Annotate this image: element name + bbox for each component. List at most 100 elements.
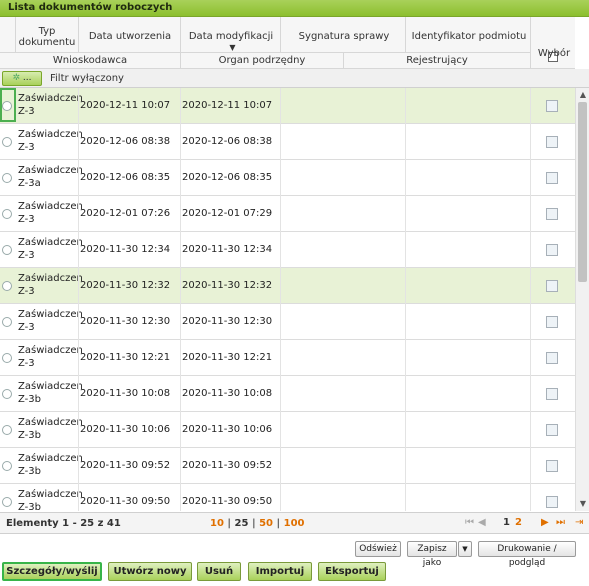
column-divider — [180, 448, 181, 484]
export-button[interactable]: Eksportuj — [318, 562, 386, 581]
details-send-button[interactable]: Szczegóły/wyślij — [2, 562, 102, 581]
table-row[interactable]: Zaświadczen Z-3b 2020-11-30 09:52 2020-11-3… — [0, 448, 575, 484]
row-select-checkbox[interactable] — [546, 208, 558, 220]
column-divider — [180, 160, 181, 196]
previous-page-icon: ◀ — [478, 517, 486, 528]
table-row[interactable]: Zaświadczen Z-3 2020-12-01 07:26 2020-12-01… — [0, 196, 575, 232]
cell-modified-date: 2020-11-30 12:34 — [182, 244, 273, 255]
page-size-option[interactable]: 100 — [284, 518, 305, 529]
cell-document-type: Zaświadczen Z-3b — [18, 412, 83, 448]
document-rows: Zaświadczen Z-3 2020-12-11 10:07 2020-12-11… — [0, 88, 575, 511]
table-row[interactable]: Zaświadczen Z-3a 2020-12-06 08:35 2020-12-0… — [0, 160, 575, 196]
scroll-up-icon[interactable]: ▲ — [578, 90, 588, 100]
print-preview-button[interactable]: Drukowanie / podgląd — [478, 541, 576, 568]
cell-created-date: 2020-12-06 08:35 — [80, 172, 171, 183]
last-page-icon[interactable]: ⏭ — [556, 517, 565, 528]
row-radio[interactable] — [2, 245, 12, 255]
column-header-created[interactable]: Data utworzenia — [82, 31, 178, 42]
table-row[interactable]: Zaświadczen Z-3b 2020-11-30 09:50 2020-11-3… — [0, 484, 575, 511]
expand-icon[interactable]: ⇥ — [575, 517, 583, 528]
next-page-icon[interactable]: ▶ — [541, 517, 549, 528]
cell-modified-date: 2020-11-30 09:50 — [182, 496, 273, 507]
column-divider — [530, 160, 531, 196]
first-page-icon: ⏮ — [465, 517, 474, 528]
column-header-applicant[interactable]: Wnioskodawca — [0, 55, 180, 66]
column-divider — [280, 268, 281, 304]
column-header-registrar[interactable]: Rejestrujący — [344, 55, 530, 66]
document-type-line1: Zaświadczen — [18, 417, 83, 428]
column-divider — [280, 412, 281, 448]
row-radio[interactable] — [2, 497, 12, 507]
column-divider — [180, 196, 181, 232]
row-select-checkbox[interactable] — [546, 100, 558, 112]
table-row[interactable]: Zaświadczen Z-3b 2020-11-30 10:06 2020-11-3… — [0, 412, 575, 448]
row-radio[interactable] — [2, 317, 12, 327]
column-header-case-signature[interactable]: Sygnatura sprawy — [284, 31, 404, 42]
row-select-checkbox[interactable] — [546, 172, 558, 184]
cell-modified-date: 2020-11-30 10:06 — [182, 424, 273, 435]
page-size-option[interactable]: 50 — [259, 518, 273, 529]
table-header: Typ dokumentu Data utworzenia Data modyf… — [0, 17, 575, 69]
document-type-line1: Zaświadczen — [18, 381, 83, 392]
row-radio[interactable] — [2, 425, 12, 435]
row-radio[interactable] — [2, 101, 12, 111]
cell-created-date: 2020-11-30 12:21 — [80, 352, 171, 363]
row-select-checkbox[interactable] — [546, 280, 558, 292]
document-type-line2: Z-3b — [18, 394, 41, 405]
table-row[interactable]: Zaświadczen Z-3 2020-11-30 12:32 2020-11-30… — [0, 268, 575, 304]
refresh-button[interactable]: Odśwież — [355, 541, 401, 557]
column-divider — [280, 304, 281, 340]
table-row[interactable]: Zaświadczen Z-3b 2020-11-30 10:08 2020-11-3… — [0, 376, 575, 412]
page-size-option-current[interactable]: 25 — [235, 518, 249, 529]
page-size-option[interactable]: 10 — [210, 518, 224, 529]
row-radio[interactable] — [2, 353, 12, 363]
row-select-checkbox[interactable] — [546, 136, 558, 148]
page-size-selector: 10 | 25 | 50 | 100 — [210, 518, 305, 529]
row-select-checkbox[interactable] — [546, 316, 558, 328]
table-row[interactable]: Zaświadczen Z-3 2020-12-06 08:38 2020-12-06… — [0, 124, 575, 160]
cell-modified-date: 2020-12-01 07:29 — [182, 208, 273, 219]
delete-button[interactable]: Usuń — [197, 562, 241, 581]
page-link[interactable]: 2 — [515, 517, 522, 528]
column-divider — [78, 448, 79, 484]
row-select-checkbox[interactable] — [546, 352, 558, 364]
column-header-type[interactable]: Typ dokumentu — [18, 26, 76, 48]
document-type-line1: Zaświadczen — [18, 237, 83, 248]
row-radio[interactable] — [2, 209, 12, 219]
column-header-modified[interactable]: Data modyfikacji ▼ — [184, 31, 278, 53]
table-row[interactable]: Zaświadczen Z-3 2020-11-30 12:30 2020-11-30… — [0, 304, 575, 340]
row-select-checkbox[interactable] — [546, 496, 558, 508]
column-header-entity-id[interactable]: Identyfikator podmiotu — [409, 31, 529, 42]
column-divider — [530, 412, 531, 448]
column-divider — [530, 268, 531, 304]
column-header-subordinate-body[interactable]: Organ podrzędny — [181, 55, 343, 66]
vertical-scrollbar[interactable]: ▲ ▼ — [575, 88, 589, 511]
row-select-checkbox[interactable] — [546, 424, 558, 436]
row-radio[interactable] — [2, 281, 12, 291]
table-row[interactable]: Zaświadczen Z-3 2020-11-30 12:34 2020-11-30… — [0, 232, 575, 268]
filter-button[interactable]: ✲ ... — [2, 71, 42, 86]
row-select-checkbox[interactable] — [546, 388, 558, 400]
save-as-dropdown[interactable]: ▼ — [458, 541, 472, 557]
column-divider — [530, 340, 531, 376]
column-divider — [405, 196, 406, 232]
column-divider — [78, 376, 79, 412]
create-new-button[interactable]: Utwórz nowy — [108, 562, 192, 581]
row-select-checkbox[interactable] — [546, 244, 558, 256]
row-radio[interactable] — [2, 461, 12, 471]
scrollbar-thumb[interactable] — [578, 102, 587, 282]
column-divider — [78, 304, 79, 340]
row-radio[interactable] — [2, 173, 12, 183]
page-link-current[interactable]: 1 — [503, 517, 510, 528]
cell-modified-date: 2020-11-30 12:32 — [182, 280, 273, 291]
row-radio[interactable] — [2, 389, 12, 399]
table-row[interactable]: Zaświadczen Z-3 2020-11-30 12:21 2020-11-30… — [0, 340, 575, 376]
save-as-button[interactable]: Zapisz jako — [407, 541, 457, 568]
document-type-line1: Zaświadczen — [18, 453, 83, 464]
table-row[interactable]: Zaświadczen Z-3 2020-12-11 10:07 2020-12-11… — [0, 88, 575, 124]
row-radio[interactable] — [2, 137, 12, 147]
cell-created-date: 2020-11-30 12:30 — [80, 316, 171, 327]
import-button[interactable]: Importuj — [248, 562, 312, 581]
scroll-down-icon[interactable]: ▼ — [578, 499, 588, 509]
row-select-checkbox[interactable] — [546, 460, 558, 472]
